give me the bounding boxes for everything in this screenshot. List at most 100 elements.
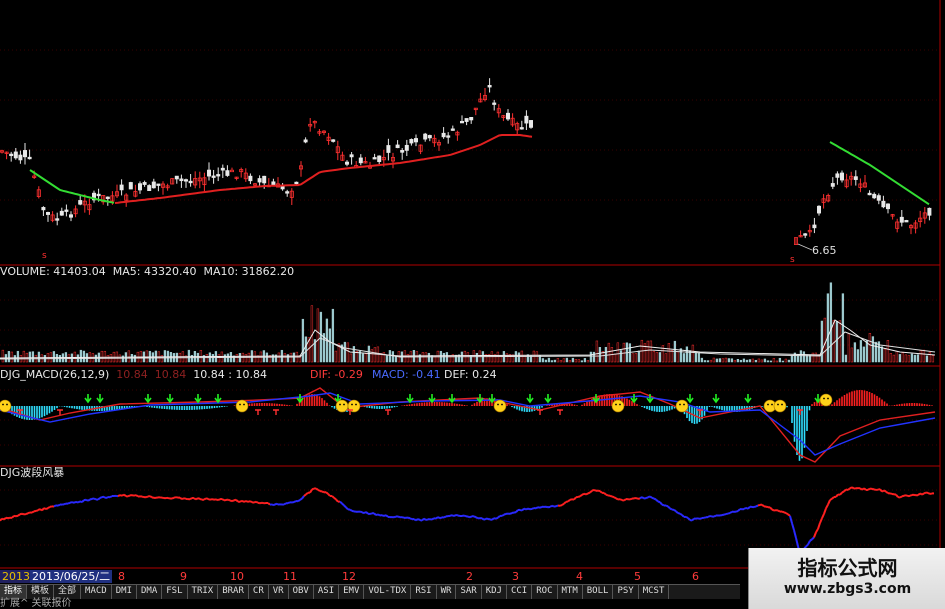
wave-segment bbox=[753, 505, 757, 509]
tab-6[interactable]: FSL bbox=[162, 585, 188, 599]
candle-body bbox=[492, 102, 497, 105]
wave-segment bbox=[275, 502, 279, 506]
wave-segment bbox=[653, 497, 657, 501]
tab-15[interactable]: RSI bbox=[411, 585, 437, 599]
volume-bar bbox=[31, 351, 35, 363]
volume-bar bbox=[919, 350, 923, 363]
wave-segment bbox=[181, 497, 185, 501]
wave-segment bbox=[609, 494, 613, 498]
wave-segment bbox=[771, 508, 775, 512]
smiley-eye bbox=[767, 403, 769, 406]
smiley-icon bbox=[335, 399, 349, 413]
candle-body bbox=[225, 170, 230, 176]
wave-segment bbox=[63, 502, 67, 506]
candle-body bbox=[876, 195, 881, 201]
volume-bar bbox=[907, 355, 911, 363]
volume-bar bbox=[10, 351, 14, 363]
wave-segment bbox=[611, 495, 615, 499]
wave-segment bbox=[97, 497, 101, 501]
candle-body bbox=[487, 85, 492, 88]
wave-segment bbox=[197, 497, 201, 500]
bottom-links[interactable]: 扩展^ 关联报价 bbox=[0, 598, 740, 609]
smiley-icon bbox=[235, 399, 249, 413]
volume-bar bbox=[826, 293, 830, 363]
candle-body bbox=[505, 112, 510, 120]
wave-segment bbox=[401, 516, 405, 519]
wave-segment bbox=[659, 501, 663, 506]
volume-bar bbox=[646, 340, 650, 363]
tab-9[interactable]: CR bbox=[249, 585, 269, 599]
wave-segment bbox=[867, 487, 871, 491]
volume-bar bbox=[598, 347, 602, 363]
arrow-line bbox=[797, 243, 813, 251]
volume-ma10: MA10: 31862.20 bbox=[203, 265, 295, 278]
volume-bar bbox=[871, 336, 875, 363]
tab-20[interactable]: ROC bbox=[532, 585, 558, 599]
volume-bar bbox=[631, 353, 635, 363]
tab-14[interactable]: VOL-TDX bbox=[364, 585, 412, 599]
candle-body bbox=[372, 157, 377, 160]
wave-segment bbox=[227, 498, 231, 502]
tab-10[interactable]: VR bbox=[269, 585, 289, 599]
tab-13[interactable]: EMV bbox=[339, 585, 365, 599]
smiley-eye bbox=[339, 403, 341, 406]
candle-body bbox=[27, 156, 32, 160]
wave-segment bbox=[0, 517, 3, 522]
tab-18[interactable]: KDJ bbox=[482, 585, 507, 599]
date-tick: 10 bbox=[230, 570, 244, 583]
wave-segment bbox=[831, 496, 835, 500]
tab-11[interactable]: OBV bbox=[289, 585, 314, 599]
tab-21[interactable]: MTM bbox=[558, 585, 583, 599]
tab-22[interactable]: BOLL bbox=[583, 585, 614, 599]
candle-body bbox=[395, 144, 400, 149]
wave-segment bbox=[257, 501, 261, 505]
tab-5[interactable]: DMA bbox=[137, 585, 163, 599]
wave-segment bbox=[99, 496, 103, 499]
wave-segment bbox=[333, 497, 337, 501]
wave-segment bbox=[35, 509, 39, 512]
tab-24[interactable]: MCST bbox=[639, 585, 670, 599]
tab-1[interactable]: 模板 bbox=[27, 585, 55, 599]
wave-segment bbox=[407, 516, 411, 520]
wave-segment bbox=[475, 516, 479, 520]
volume-bar bbox=[913, 354, 917, 363]
tab-8[interactable]: BRAR bbox=[218, 585, 249, 599]
volume-bar bbox=[496, 351, 500, 363]
volume-bar bbox=[334, 350, 338, 363]
candle-body bbox=[46, 212, 51, 215]
tab-19[interactable]: CCI bbox=[507, 585, 533, 599]
tab-7[interactable]: TRIX bbox=[188, 585, 219, 599]
tab-4[interactable]: DMI bbox=[112, 585, 137, 599]
wave-segment bbox=[203, 497, 207, 501]
volume-bar bbox=[349, 353, 353, 363]
candle-body bbox=[469, 116, 474, 121]
candle-body bbox=[137, 183, 142, 191]
wave-segment bbox=[841, 490, 845, 494]
tab-0[interactable]: 指标 bbox=[0, 585, 28, 599]
wave-segment bbox=[813, 531, 817, 538]
candle-body bbox=[303, 139, 308, 143]
wave-segment bbox=[927, 491, 931, 495]
wave-segment bbox=[221, 498, 225, 502]
tab-2[interactable]: 全部 bbox=[54, 585, 82, 599]
volume-bar bbox=[862, 346, 866, 363]
volume-bar bbox=[670, 350, 674, 363]
smiley-icon bbox=[819, 393, 833, 407]
tab-17[interactable]: SAR bbox=[456, 585, 482, 599]
volume-bar bbox=[760, 359, 764, 363]
wave-segment bbox=[707, 515, 711, 518]
tab-23[interactable]: PSY bbox=[613, 585, 639, 599]
tab-16[interactable]: WR bbox=[437, 585, 457, 599]
wave-segment bbox=[495, 516, 499, 520]
date-tick: 6 bbox=[692, 570, 699, 583]
tab-12[interactable]: ASI bbox=[314, 585, 340, 599]
volume-bar bbox=[568, 360, 572, 363]
tab-3[interactable]: MACD bbox=[81, 585, 112, 599]
price-low-note: 6.65 bbox=[812, 244, 837, 257]
wave-segment bbox=[885, 490, 889, 494]
volume-bar bbox=[895, 351, 899, 363]
wave-segment bbox=[713, 514, 717, 518]
wave-segment bbox=[563, 501, 567, 505]
watermark-url: www.zbgs3.com bbox=[783, 581, 912, 597]
wave-segment bbox=[491, 517, 495, 521]
